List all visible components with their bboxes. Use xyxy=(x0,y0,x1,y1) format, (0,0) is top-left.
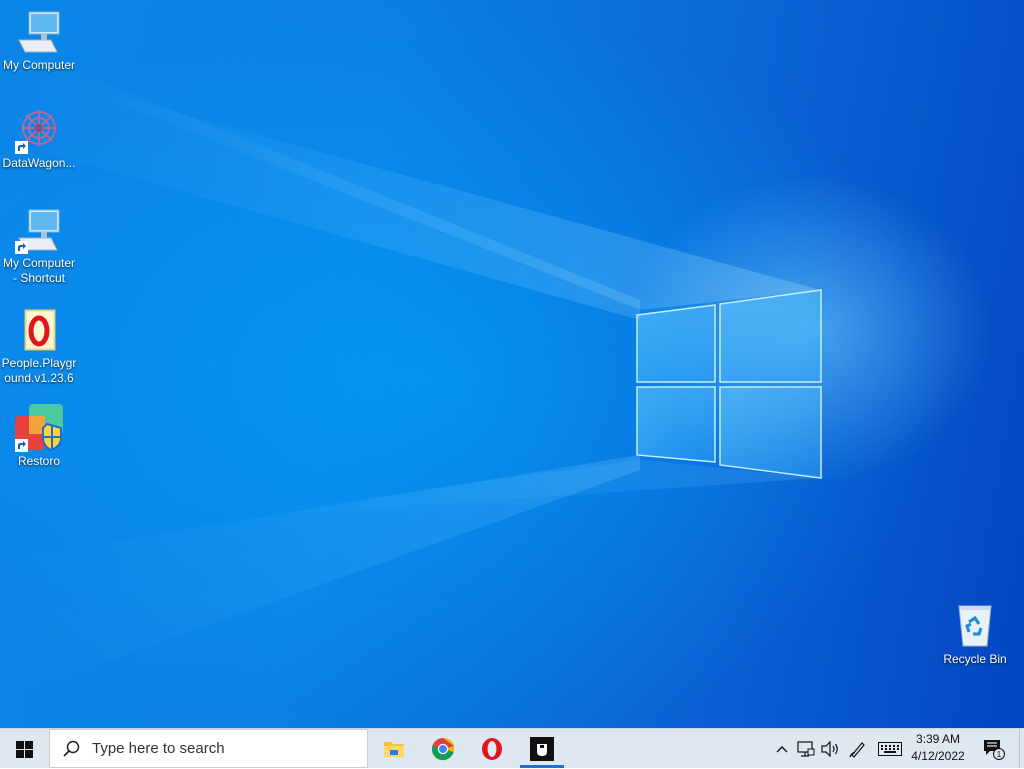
tray-network[interactable] xyxy=(794,729,818,768)
desktop[interactable]: My Computer DataWagon... My Computer - S… xyxy=(0,0,1024,728)
show-desktop-button[interactable] xyxy=(1019,729,1024,768)
windows-logo-icon xyxy=(15,740,33,758)
desktop-icon-label: Recycle Bin xyxy=(943,652,1007,666)
desktop-icon-my-computer[interactable]: My Computer xyxy=(0,8,78,73)
computer-icon xyxy=(15,206,63,254)
clock-time: 3:39 AM xyxy=(915,732,961,746)
desktop-icon-label: DataWagon... xyxy=(2,156,76,170)
taskbar-app-file-explorer[interactable] xyxy=(370,729,418,768)
computer-icon xyxy=(15,8,63,56)
network-icon xyxy=(797,740,815,757)
search-icon xyxy=(63,740,80,757)
desktop-icon-my-computer-shortcut[interactable]: My Computer - Shortcut xyxy=(0,206,78,286)
keyboard-icon xyxy=(878,741,902,756)
desktop-icon-label: My Computer xyxy=(2,58,76,72)
restoro-icon xyxy=(15,404,63,452)
search-placeholder: Type here to search xyxy=(92,740,225,757)
desktop-icon-people-playground[interactable]: People.Playground.v1.23.6 xyxy=(0,306,78,386)
taskbar-app-active-window[interactable] xyxy=(518,729,566,768)
action-center-button[interactable]: 1 xyxy=(980,729,1008,768)
taskbar-app-chrome[interactable] xyxy=(419,729,467,768)
taskbar: Type here to search 3:39 AM 4/12/2022 1 xyxy=(0,728,1024,768)
desktop-icon-datawagon[interactable]: DataWagon... xyxy=(0,106,78,171)
app-window-icon xyxy=(530,736,554,761)
taskbar-search-box[interactable]: Type here to search xyxy=(49,729,368,768)
desktop-icon-restoro[interactable]: Restoro xyxy=(0,404,78,469)
folder-icon xyxy=(384,741,404,757)
tray-volume[interactable] xyxy=(819,729,843,768)
windows-logo-wallpaper xyxy=(630,285,830,485)
pen-icon xyxy=(849,741,865,758)
chrome-icon xyxy=(431,737,455,760)
taskbar-app-opera[interactable] xyxy=(468,729,516,768)
desktop-icon-recycle-bin[interactable]: Recycle Bin xyxy=(936,602,1014,667)
desktop-icon-label: People.Playground.v1.23.6 xyxy=(1,356,77,385)
shortcut-arrow-icon xyxy=(15,141,28,154)
datawagon-icon xyxy=(15,106,63,154)
volume-icon xyxy=(821,740,838,757)
taskbar-clock[interactable]: 3:39 AM 4/12/2022 xyxy=(904,731,972,767)
desktop-icon-label: My Computer - Shortcut xyxy=(2,256,76,285)
start-button[interactable] xyxy=(0,729,48,769)
wallpaper-light-beams xyxy=(0,40,820,700)
tray-touch-keyboard[interactable] xyxy=(876,729,904,768)
shortcut-arrow-icon xyxy=(15,241,28,254)
tray-show-hidden-icons[interactable] xyxy=(772,729,792,768)
notification-count: 1 xyxy=(997,750,1002,759)
clock-date: 4/12/2022 xyxy=(911,749,965,763)
chevron-up-icon xyxy=(776,745,788,752)
recycle-bin-icon xyxy=(951,602,999,650)
shortcut-arrow-icon xyxy=(15,439,28,452)
tray-pen[interactable] xyxy=(846,729,870,768)
opera-icon xyxy=(482,737,502,760)
notification-icon: 1 xyxy=(984,739,1005,760)
opera-installer-icon xyxy=(15,306,63,354)
desktop-icon-label: Restoro xyxy=(17,454,61,468)
